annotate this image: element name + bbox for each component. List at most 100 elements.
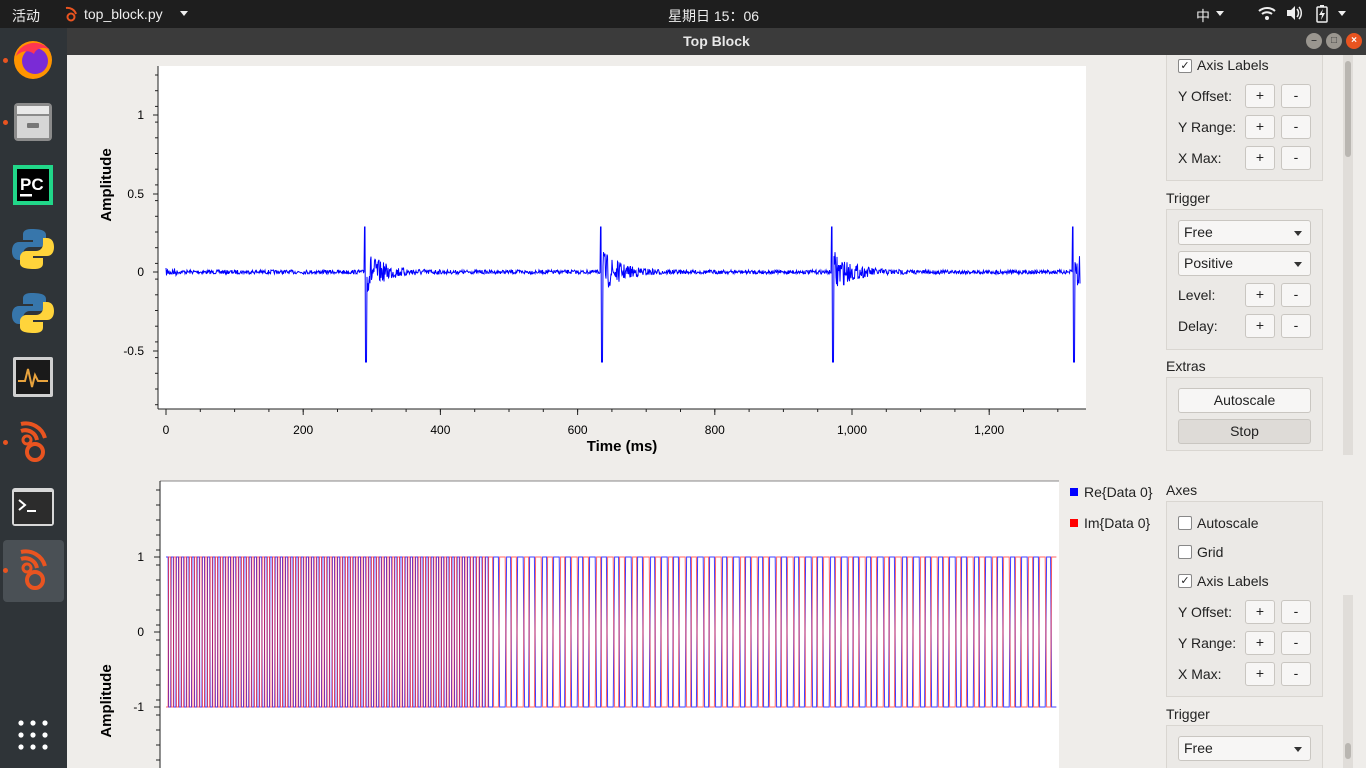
autoscale-checkbox[interactable] (1178, 516, 1192, 530)
time-plot[interactable]: 1 0.5 0 -0.5 0 200 400 600 800 1,000 1,200 Amplit… (67, 55, 1097, 465)
window-content: 1 0.5 0 -0.5 0 200 400 600 800 1,000 1,200 Amplit… (67, 55, 1366, 768)
terminal-icon[interactable] (8, 482, 58, 532)
trigger-section-title: Trigger (1166, 190, 1210, 206)
extras-section-title: Extras (1166, 358, 1206, 374)
y-offset-minus-button-2[interactable]: - (1281, 600, 1311, 624)
axes-section-title: Axes (1166, 482, 1198, 498)
x-max-label: X Max: (1178, 150, 1222, 166)
files-icon[interactable] (8, 96, 58, 146)
input-method-chevron-icon[interactable] (1216, 11, 1224, 16)
trigger-mode-select[interactable]: Free (1178, 220, 1311, 245)
y-range-label: Y Range: (1178, 119, 1237, 135)
x-tick-label: 1,200 (974, 423, 1004, 437)
trigger-slope-value: Positive (1184, 255, 1234, 271)
plot-canvas[interactable] (160, 481, 1059, 768)
activities-button[interactable]: 活动 (12, 6, 40, 26)
plot-canvas[interactable] (158, 66, 1086, 409)
y-offset-minus-button[interactable]: - (1281, 84, 1311, 108)
gnuradio-icon[interactable] (8, 416, 58, 466)
firefox-icon[interactable] (8, 34, 58, 84)
app-menu-chevron-icon[interactable] (180, 11, 188, 16)
y-range-label-2: Y Range: (1178, 635, 1237, 651)
level-plus-button[interactable]: + (1245, 283, 1275, 307)
chevron-down-icon (1294, 747, 1302, 752)
chevron-down-icon (1294, 231, 1302, 236)
python-icon[interactable] (8, 288, 58, 338)
legend-re-swatch (1070, 488, 1078, 496)
controls-scrollbar-thumb-1[interactable] (1345, 61, 1351, 157)
trigger-mode-value: Free (1184, 224, 1213, 240)
app-menu-label[interactable]: top_block.py (84, 6, 163, 22)
chevron-down-icon (1294, 262, 1302, 267)
x-tick-label: 600 (568, 423, 588, 437)
gnuradio-running-icon[interactable] (8, 544, 58, 594)
trigger-slope-select[interactable]: Positive (1178, 251, 1311, 276)
y-range-minus-button[interactable]: - (1281, 115, 1311, 139)
axis-labels-checkbox-2[interactable]: ✓ (1178, 574, 1192, 588)
delay-minus-button[interactable]: - (1281, 314, 1311, 338)
wifi-icon[interactable] (1258, 5, 1276, 24)
level-minus-button[interactable]: - (1281, 283, 1311, 307)
x-max-minus-button-2[interactable]: - (1281, 662, 1311, 686)
axis-labels-label: Axis Labels (1197, 57, 1269, 73)
battery-icon[interactable] (1316, 5, 1328, 26)
x-max-minus-button[interactable]: - (1281, 146, 1311, 170)
python-icon[interactable] (8, 224, 58, 274)
y-tick-label: 1 (137, 550, 144, 564)
x-max-plus-button[interactable]: + (1245, 146, 1275, 170)
legend-im-label: Im{Data 0} (1084, 515, 1151, 531)
y-offset-label-2: Y Offset: (1178, 604, 1232, 620)
level-label: Level: (1178, 287, 1216, 303)
stop-button[interactable]: Stop (1178, 419, 1311, 444)
maximize-button[interactable]: □ (1326, 33, 1342, 49)
x-max-plus-button-2[interactable]: + (1245, 662, 1275, 686)
clock[interactable]: 星期日 15：06 (668, 6, 759, 26)
y-tick-label: 1 (137, 108, 144, 122)
x-tick-label: 0 (163, 423, 170, 437)
y-tick-label: 0 (137, 265, 144, 279)
svg-text:PC: PC (20, 175, 44, 194)
show-applications-icon[interactable] (8, 710, 58, 760)
trigger-mode-select-2[interactable]: Free (1178, 736, 1311, 761)
dock: PC (0, 28, 67, 768)
y-range-plus-button-2[interactable]: + (1245, 631, 1275, 655)
y-range-plus-button[interactable]: + (1245, 115, 1275, 139)
autoscale-label: Autoscale (1197, 515, 1259, 531)
delay-label: Delay: (1178, 318, 1218, 334)
autoscale-button[interactable]: Autoscale (1178, 388, 1311, 413)
y-offset-plus-button[interactable]: + (1245, 84, 1275, 108)
x-axis-label: Time (ms) (587, 438, 658, 455)
y-range-minus-button-2[interactable]: - (1281, 631, 1311, 655)
y-tick-label: -1 (133, 700, 144, 714)
system-menu-chevron-icon[interactable] (1338, 11, 1346, 16)
x-tick-label: 400 (430, 423, 450, 437)
y-tick-label: 0 (137, 625, 144, 639)
x-tick-label: 1,000 (837, 423, 867, 437)
controls-scrollbar-thumb-2[interactable] (1345, 743, 1351, 759)
input-method-indicator[interactable]: 中 (1196, 6, 1210, 26)
window-title: Top Block (683, 33, 750, 49)
complex-plot[interactable]: 1 0 -1 Amplitude (67, 475, 1097, 768)
legend-re-label: Re{Data 0} (1084, 484, 1153, 500)
x-tick-label: 200 (293, 423, 313, 437)
trigger-section-title-2: Trigger (1166, 706, 1210, 722)
axis-labels-checkbox[interactable]: ✓ (1178, 59, 1192, 73)
axis-labels-label-2: Axis Labels (1197, 573, 1269, 589)
close-button[interactable]: × (1346, 33, 1362, 49)
window-titlebar[interactable]: Top Block – □ × (67, 28, 1366, 55)
system-monitor-icon[interactable] (8, 352, 58, 402)
y-tick-label: -0.5 (123, 344, 144, 358)
y-axis-label: Amplitude (98, 148, 115, 221)
pycharm-icon[interactable]: PC (8, 160, 58, 210)
grid-checkbox[interactable] (1178, 545, 1192, 559)
delay-plus-button[interactable]: + (1245, 314, 1275, 338)
x-max-label-2: X Max: (1178, 666, 1222, 682)
volume-icon[interactable] (1285, 5, 1303, 24)
y-offset-label: Y Offset: (1178, 88, 1232, 104)
x-tick-label: 800 (705, 423, 725, 437)
legend-im-swatch (1070, 519, 1078, 527)
y-tick-label: 0.5 (127, 187, 144, 201)
y-offset-plus-button-2[interactable]: + (1245, 600, 1275, 624)
minimize-button[interactable]: – (1306, 33, 1322, 49)
app-menu-icon[interactable] (64, 6, 78, 25)
